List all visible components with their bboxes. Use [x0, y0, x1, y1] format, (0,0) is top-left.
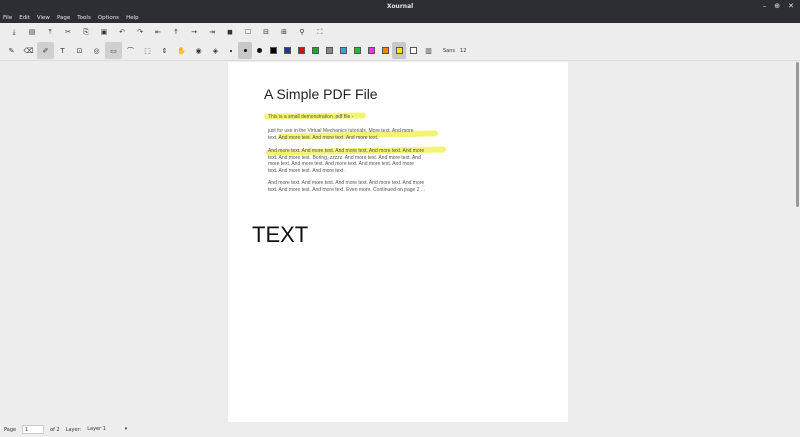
text-tool-icon[interactable]: T [54, 42, 71, 59]
color-swatch[interactable] [364, 42, 378, 59]
save-icon[interactable]: ⤓ [5, 23, 23, 41]
vertical-scrollbar[interactable] [796, 62, 799, 207]
cut-icon[interactable]: ✂ [59, 23, 77, 41]
color-swatch[interactable] [266, 42, 280, 59]
window-controls: – ⊕ ✕ [763, 0, 794, 12]
color-swatch[interactable] [350, 42, 364, 59]
prev-page-icon[interactable]: ↑ [167, 23, 185, 41]
image-tool-icon[interactable]: ⊡ [71, 42, 88, 59]
next-page-icon[interactable]: → [185, 23, 203, 41]
select-rect-icon[interactable]: ⬚ [139, 42, 156, 59]
vertical-space-icon[interactable]: ⇕ [156, 42, 173, 59]
paste-icon[interactable]: ▣ [95, 23, 113, 41]
page-count: of 2 [50, 426, 60, 433]
undo-icon[interactable]: ↶ [113, 23, 131, 41]
redo-icon[interactable]: ↷ [131, 23, 149, 41]
eraser-icon[interactable]: ⌫ [20, 42, 37, 59]
zoom-fit-icon[interactable]: ☐ [239, 23, 257, 41]
color-swatch[interactable] [294, 42, 308, 59]
text-line: text. And more text. And more text. And … [268, 134, 379, 141]
default-pen-icon[interactable]: ◉ [190, 42, 207, 59]
menu-tools[interactable]: Tools [77, 15, 91, 21]
page-number-input[interactable]: 1 [22, 425, 45, 434]
status-bar: Page 1 of 2 Layer: Layer 1 ▾ [0, 422, 800, 437]
new-page-icon[interactable]: ◼ [221, 23, 239, 41]
page-label: Page [4, 426, 17, 433]
document-page[interactable]: A Simple PDF File This is a small demons… [228, 62, 568, 422]
shape-icon[interactable]: ◎ [88, 42, 105, 59]
highlighter-icon[interactable]: ✐ [37, 42, 54, 59]
color-swatch[interactable] [308, 42, 322, 59]
font-size[interactable]: 12 [460, 48, 466, 54]
copy-icon[interactable]: ⎘ [77, 23, 95, 41]
text-line: And more text. And more text. And more t… [268, 148, 425, 154]
paragraph: This is a small demonstration .pdf file … [268, 114, 448, 121]
chevron-down-icon: ▾ [124, 426, 128, 432]
layer-select[interactable]: Layer 1 ▾ [87, 425, 127, 434]
medium-dot-icon[interactable] [238, 42, 252, 59]
text-line: text. And more text. And more text. Even… [268, 186, 426, 193]
font-name[interactable]: Sans [443, 48, 455, 54]
default-eraser-icon[interactable]: ◈ [207, 42, 224, 59]
menu-view[interactable]: View [37, 15, 50, 21]
color-swatch[interactable] [406, 42, 420, 59]
menu-edit[interactable]: Edit [19, 15, 30, 21]
main-toolbar: ⤓ ▤ ⤒ ✂ ⎘ ▣ ↶ ↷ ⇤ ↑ → ⇥ ◼ ☐ ⊟ ⊞ ⚲ ⛶ [0, 23, 800, 41]
window-title: Xournal [386, 2, 414, 10]
title-bar: Xournal – ⊕ ✕ [0, 0, 800, 12]
text-annotation[interactable]: TEXT [252, 222, 308, 248]
zoom-in-icon[interactable]: ⊞ [275, 23, 293, 41]
color-swatch[interactable] [336, 42, 350, 59]
pen-icon[interactable]: ✎ [3, 42, 20, 59]
hand-icon[interactable]: ✋ [173, 42, 190, 59]
close-icon[interactable]: ✕ [788, 2, 794, 10]
lasso-icon[interactable]: ⌒ [122, 42, 139, 59]
fullscreen-icon[interactable]: ⛶ [311, 23, 329, 41]
menu-file[interactable]: File [3, 15, 12, 21]
paragraph: just for use in the Virtual Mechanics tu… [268, 128, 448, 141]
layer-select-value: Layer 1 [87, 426, 106, 432]
text-line: text. And more text. And more text. [268, 167, 345, 174]
search-icon[interactable]: ⚲ [293, 23, 311, 41]
tools-toolbar: ✎ ⌫ ✐ T ⊡ ◎ ▭ ⌒ ⬚ ⇕ ✋ ◉ ◈ ▥ Sans 12 [0, 41, 800, 61]
minimize-icon[interactable]: – [763, 2, 767, 10]
document-title: A Simple PDF File [264, 86, 378, 102]
text-line: And more text. And more text. And more t… [268, 180, 425, 186]
canvas-area[interactable]: A Simple PDF File This is a small demons… [0, 62, 800, 422]
first-page-icon[interactable]: ⇤ [149, 23, 167, 41]
thick-dot-icon[interactable] [252, 42, 266, 59]
ruler-icon[interactable]: ▭ [105, 42, 122, 59]
last-page-icon[interactable]: ⇥ [203, 23, 221, 41]
layer-label: Layer: [65, 426, 82, 433]
paragraph: And more text. And more text. And more t… [268, 180, 448, 193]
thin-dot-icon[interactable] [224, 42, 238, 59]
menu-options[interactable]: Options [98, 15, 119, 21]
color-swatch[interactable] [280, 42, 294, 59]
color-swatch[interactable] [322, 42, 336, 59]
new-icon[interactable]: ▤ [23, 23, 41, 41]
menu-bar: File Edit View Page Tools Options Help [0, 12, 800, 23]
color-swatch[interactable] [392, 42, 406, 59]
zoom-out-icon[interactable]: ⊟ [257, 23, 275, 41]
text-line: This is a small demonstration .pdf file … [268, 114, 354, 120]
color-chooser-icon[interactable]: ▥ [420, 42, 437, 59]
menu-page[interactable]: Page [57, 15, 70, 21]
paragraph: And more text. And more text. And more t… [268, 148, 448, 174]
maximize-icon[interactable]: ⊕ [774, 2, 780, 10]
color-swatch[interactable] [378, 42, 392, 59]
open-icon[interactable]: ⤒ [41, 23, 59, 41]
menu-help[interactable]: Help [126, 15, 139, 21]
